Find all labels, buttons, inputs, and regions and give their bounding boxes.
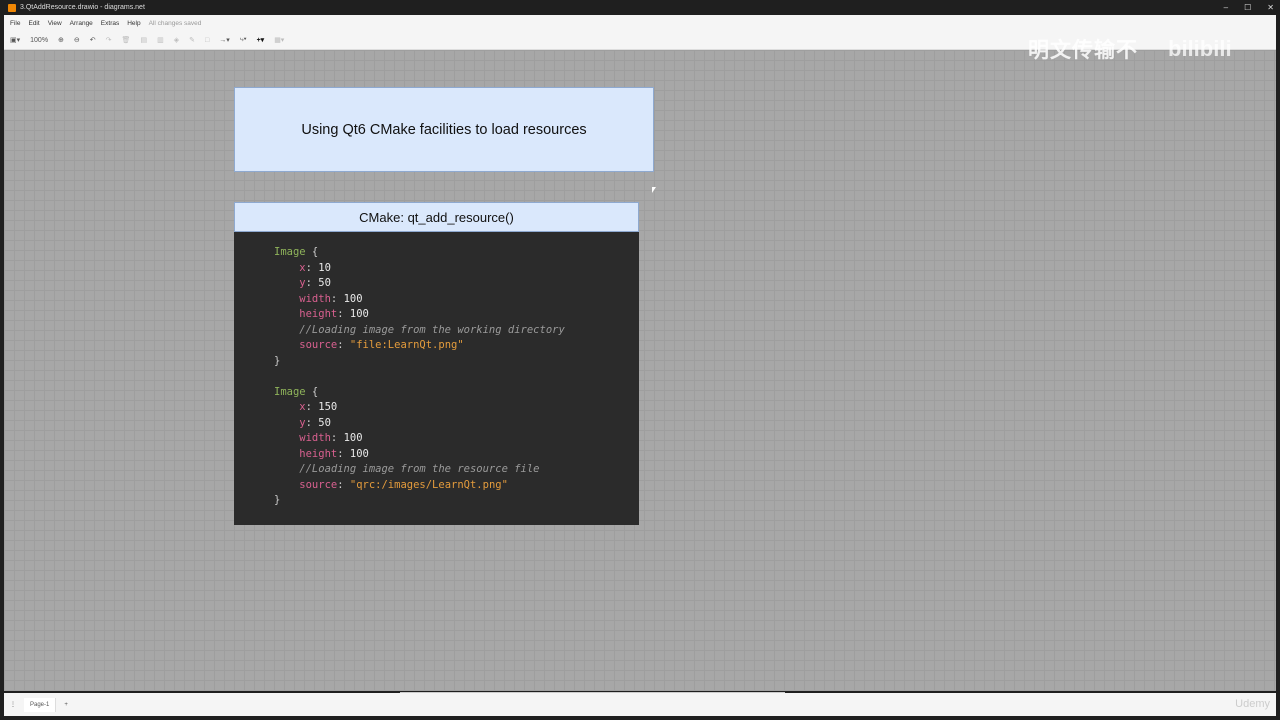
code-token: source — [274, 339, 338, 351]
code-token: : — [337, 447, 350, 460]
code-token: x — [274, 401, 306, 413]
code-token: : — [337, 478, 350, 491]
code-token: y — [274, 277, 306, 289]
code-token: : — [330, 292, 344, 305]
add-page-button[interactable]: + — [64, 702, 68, 708]
code-line — [274, 369, 639, 385]
code-token: : — [337, 339, 350, 351]
code-token: y — [274, 416, 306, 429]
code-token: source — [274, 478, 338, 491]
code-token: : — [337, 308, 350, 320]
diagram-title-box[interactable]: Using Qt6 CMake facilities to load resou… — [234, 87, 654, 172]
code-line: source: "file:LearnQt.png" — [274, 338, 639, 354]
code-line: y: 50 — [274, 276, 639, 292]
code-line: width: 100 — [274, 431, 639, 447]
watermark-text: 明文传输不 — [1028, 39, 1138, 62]
code-token: Image — [274, 385, 306, 398]
code-token: x — [274, 261, 306, 274]
save-status: All changes saved — [148, 19, 202, 27]
code-token: { — [305, 385, 319, 398]
code-line: //Loading image from the working directo… — [274, 323, 639, 339]
code-token: : — [330, 432, 344, 444]
code-token: 150 — [318, 401, 338, 413]
fill-color-icon[interactable]: ◈ — [174, 36, 179, 44]
code-token: 50 — [318, 277, 331, 289]
table-icon[interactable]: ▦▾ — [274, 36, 284, 44]
code-token: //Loading image from the working directo… — [274, 323, 565, 336]
code-token: height — [274, 308, 338, 320]
zoom-select[interactable]: 100% — [30, 37, 48, 44]
undo-icon[interactable]: ↶ — [90, 36, 96, 44]
code-token: } — [274, 494, 281, 506]
code-line: Image { — [274, 385, 639, 401]
menu-edit[interactable]: Edit — [28, 20, 39, 27]
format-panel-icon[interactable]: ▣▾ — [10, 36, 20, 44]
connection-icon[interactable]: →▾ — [219, 36, 230, 44]
page-tab[interactable]: Page-1 — [24, 697, 57, 712]
code-line: } — [274, 354, 639, 370]
menu-view[interactable]: View — [48, 20, 62, 27]
zoom-in-icon[interactable]: ⊕ — [58, 36, 64, 44]
code-token: "file:LearnQt.png" — [349, 339, 464, 351]
diagram-canvas[interactable]: Using Qt6 CMake facilities to load resou… — [4, 50, 1276, 691]
drawio-app-icon — [8, 3, 16, 12]
line-color-icon[interactable]: ✎ — [189, 36, 195, 44]
close-button[interactable]: ✕ — [1267, 0, 1274, 15]
menu-help[interactable]: Help — [127, 20, 140, 27]
code-line: x: 150 — [274, 400, 639, 416]
delete-icon[interactable]: 🗑 — [122, 36, 131, 44]
waypoints-icon[interactable]: ⤷▾ — [240, 36, 247, 44]
zoom-out-icon[interactable]: ⊖ — [74, 36, 80, 44]
to-front-icon[interactable]: ▤ — [140, 36, 147, 44]
code-token: 100 — [343, 292, 363, 305]
code-line: height: 100 — [274, 447, 639, 463]
code-token: height — [274, 447, 338, 460]
code-line: x: 10 — [274, 261, 639, 277]
maximize-button[interactable]: ☐ — [1244, 0, 1251, 15]
code-line: source: "qrc:/images/LearnQt.png" — [274, 478, 639, 494]
code-token: width — [274, 292, 331, 305]
code-token: Image — [274, 246, 306, 258]
code-line: y: 50 — [274, 416, 639, 432]
udemy-watermark: Udemy — [1235, 698, 1270, 710]
pages-menu-icon[interactable]: ⋮ — [10, 701, 16, 708]
code-token: 100 — [343, 432, 363, 444]
code-token: : — [305, 261, 319, 274]
code-block[interactable]: Image { x: 10 y: 50 width: 100 height: 1… — [234, 232, 639, 525]
code-line: } — [274, 493, 639, 509]
code-line: //Loading image from the resource file — [274, 462, 639, 478]
minimize-button[interactable]: – — [1224, 0, 1228, 15]
code-line: width: 100 — [274, 292, 639, 308]
code-token: width — [274, 432, 331, 444]
code-token: 100 — [349, 447, 369, 460]
menu-extras[interactable]: Extras — [101, 20, 119, 27]
code-token: "qrc:/images/LearnQt.png" — [349, 478, 508, 491]
code-line: Image { — [274, 245, 639, 261]
code-token: : — [305, 416, 319, 429]
code-token: : — [305, 401, 319, 413]
title-bar: 3.QtAddResource.drawio - diagrams.net – … — [0, 0, 1280, 15]
code-token: } — [274, 354, 281, 367]
menu-bar: File Edit View Arrange Extras Help All c… — [4, 15, 1276, 31]
mouse-cursor — [652, 187, 656, 193]
shadow-icon[interactable]: □ — [205, 37, 209, 44]
to-back-icon[interactable]: ▥ — [157, 36, 164, 44]
code-token: { — [305, 246, 319, 258]
code-token: 10 — [318, 261, 331, 274]
menu-file[interactable]: File — [10, 20, 20, 27]
bilibili-logo: bilibili — [1168, 36, 1232, 61]
menu-arrange[interactable]: Arrange — [70, 20, 93, 27]
code-token: : — [305, 277, 319, 289]
code-token: //Loading image from the resource file — [274, 463, 540, 475]
window-title: 3.QtAddResource.drawio - diagrams.net — [20, 4, 145, 11]
code-header-box[interactable]: CMake: qt_add_resource() — [234, 202, 639, 232]
page-bar: ⋮ Page-1 + — [4, 693, 1276, 716]
code-line: height: 100 — [274, 307, 639, 323]
code-token: 100 — [349, 308, 369, 320]
code-token: 50 — [318, 416, 331, 429]
redo-icon[interactable]: ↷ — [106, 36, 112, 44]
insert-icon[interactable]: +▾ — [257, 36, 265, 44]
